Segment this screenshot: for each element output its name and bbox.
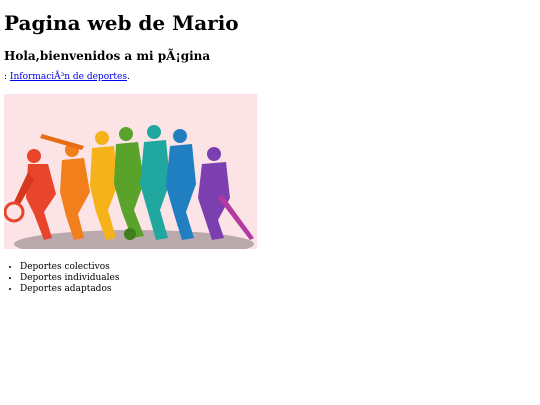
link-line: : InformaciÃ³n de deportes. [4, 72, 130, 82]
sports-list: Deportes colectivos Deportes individuale… [4, 262, 119, 295]
list-item: Deportes colectivos [20, 262, 119, 273]
list-item: Deportes individuales [20, 273, 119, 284]
page-subtitle: Hola,bienvenidos a mi pÃ¡gina [4, 49, 211, 63]
link-suffix: . [126, 72, 130, 82]
sports-image [4, 94, 257, 249]
sports-info-link[interactable]: InformaciÃ³n de deportes [10, 72, 127, 82]
list-item: Deportes adaptados [20, 284, 119, 295]
athletes-illustration [4, 94, 257, 249]
page-title: Pagina web de Mario [4, 11, 239, 35]
